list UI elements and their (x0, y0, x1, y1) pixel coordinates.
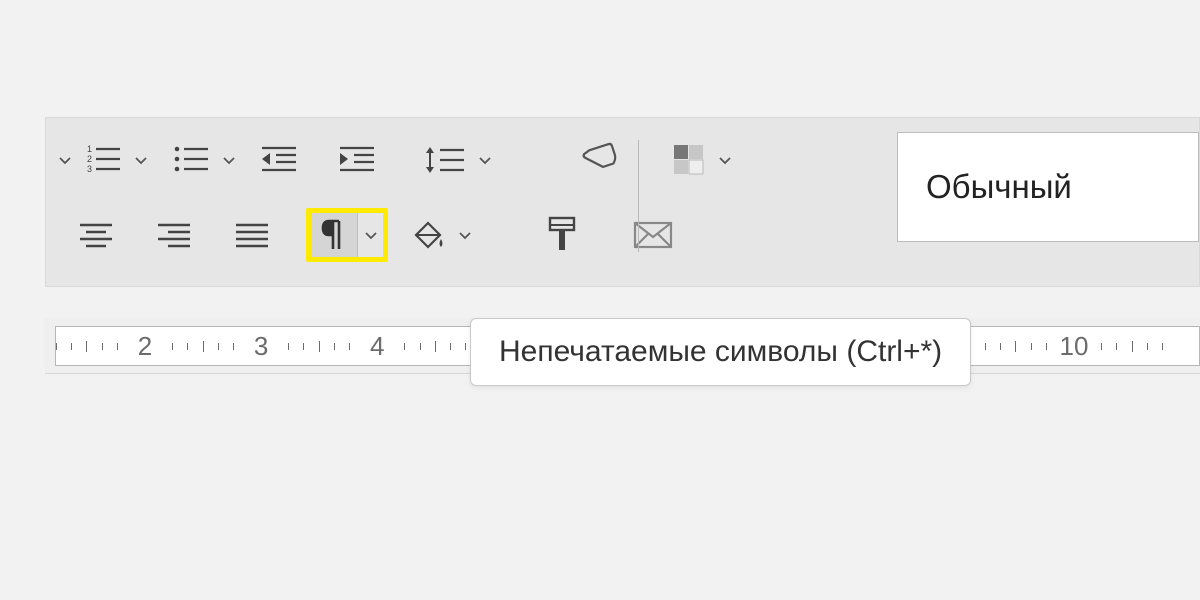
pilcrow-button[interactable] (311, 213, 357, 257)
envelope-button[interactable] (626, 213, 680, 257)
tooltip-text: Непечатаемые символы (Ctrl+*) (499, 335, 942, 368)
ruler-number: 3 (248, 331, 274, 362)
tooltip: Непечатаемые символы (Ctrl+*) (470, 318, 971, 386)
format-paint-button[interactable] (538, 213, 586, 257)
decrease-indent-button[interactable] (254, 138, 304, 182)
increase-indent-button[interactable] (332, 138, 382, 182)
bulleted-list-button[interactable] (166, 138, 216, 182)
align-right-button[interactable] (150, 213, 198, 257)
ruler-number: 4 (364, 331, 390, 362)
align-center-button[interactable] (72, 213, 120, 257)
color-grid-button[interactable] (666, 138, 712, 182)
chevron-down-icon[interactable] (452, 227, 478, 243)
toolbar-separator (638, 140, 639, 252)
svg-text:2: 2 (87, 154, 92, 164)
numbered-list-button[interactable]: 1 2 3 (78, 138, 128, 182)
svg-text:1: 1 (87, 144, 92, 154)
eraser-button[interactable] (572, 138, 624, 182)
chevron-down-icon[interactable] (216, 152, 242, 168)
align-justify-button[interactable] (228, 213, 276, 257)
chevron-down-icon[interactable] (52, 152, 78, 168)
pilcrow-highlighted-group (306, 208, 388, 262)
style-label: Обычный (926, 168, 1072, 206)
chevron-down-icon[interactable] (357, 213, 383, 257)
paragraph-style-selector[interactable]: Обычный (897, 132, 1199, 242)
svg-text:3: 3 (87, 164, 92, 174)
fill-color-button[interactable] (402, 213, 452, 257)
formatting-toolbar: 1 2 3 (45, 117, 1200, 287)
line-spacing-button[interactable] (418, 138, 472, 182)
chevron-down-icon[interactable] (712, 152, 738, 168)
ruler-number: 10 (1061, 331, 1087, 362)
chevron-down-icon[interactable] (128, 152, 154, 168)
ruler-number: 2 (132, 331, 158, 362)
chevron-down-icon[interactable] (472, 152, 498, 168)
